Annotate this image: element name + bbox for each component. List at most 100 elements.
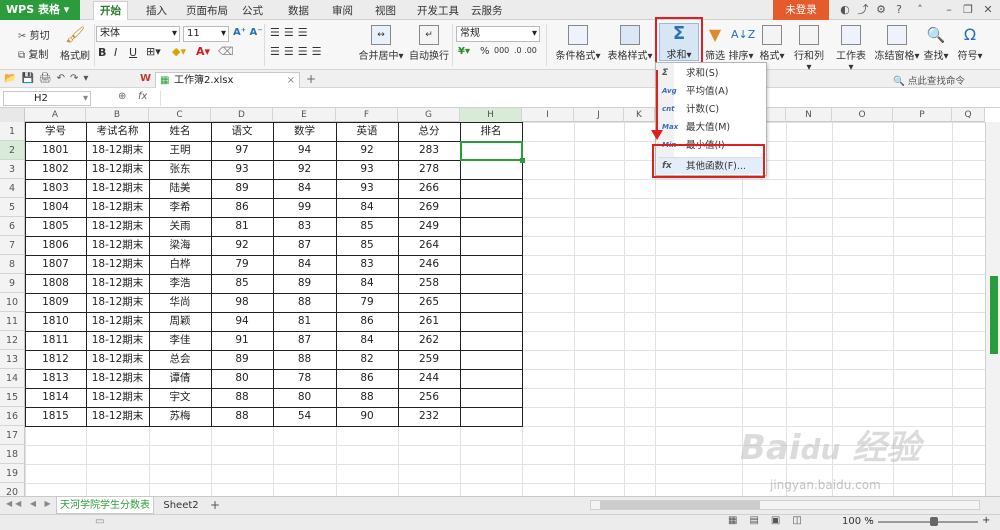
table-cell[interactable]: 86 [211,198,273,217]
table-cell[interactable]: 283 [398,141,460,160]
table-cell[interactable]: 87 [273,331,336,350]
table-cell[interactable]: 99 [273,198,336,217]
table-cell[interactable]: 1804 [25,198,86,217]
row-header-4[interactable]: 4 [0,179,25,198]
table-cell[interactable]: 1805 [25,217,86,236]
table-cell[interactable]: 88 [273,350,336,369]
fill-handle[interactable] [520,158,525,163]
table-cell[interactable]: 86 [336,369,398,388]
table-cell[interactable]: 97 [211,141,273,160]
table-cell[interactable]: 88 [211,388,273,407]
column-header-j[interactable]: J [574,108,624,122]
table-cell[interactable]: 18-12期末 [86,293,149,312]
header-cell[interactable]: 考试名称 [86,122,149,141]
table-cell[interactable]: 梁海 [149,236,211,255]
table-cell[interactable]: 81 [273,312,336,331]
count-menu-item[interactable]: cnt 计数(C) [658,101,764,118]
table-cell[interactable]: 18-12期末 [86,274,149,293]
table-cell[interactable]: 85 [336,236,398,255]
table-cell[interactable]: 总会 [149,350,211,369]
table-cell[interactable]: 54 [273,407,336,426]
table-cell[interactable]: 18-12期末 [86,179,149,198]
table-cell[interactable]: 83 [273,217,336,236]
header-cell[interactable]: 总分 [398,122,460,141]
row-header-6[interactable]: 6 [0,217,25,236]
table-cell[interactable]: 张东 [149,160,211,179]
column-header-a[interactable]: A [25,108,86,122]
header-cell[interactable]: 姓名 [149,122,211,141]
select-all-corner[interactable] [0,108,25,122]
row-header-9[interactable]: 9 [0,274,25,293]
table-cell[interactable]: 18-12期末 [86,236,149,255]
table-cell[interactable]: 91 [211,331,273,350]
header-cell[interactable]: 数学 [273,122,336,141]
column-header-n[interactable]: N [786,108,832,122]
table-cell[interactable]: 264 [398,236,460,255]
vertical-scroll-thumb[interactable] [990,276,998,354]
table-cell[interactable]: 苏梅 [149,407,211,426]
table-cell[interactable]: 李佳 [149,331,211,350]
table-cell[interactable]: 92 [211,236,273,255]
table-cell[interactable]: 93 [336,160,398,179]
table-cell[interactable]: 266 [398,179,460,198]
column-header-h[interactable]: H [460,108,522,122]
table-cell[interactable]: 94 [273,141,336,160]
table-cell[interactable]: 1806 [25,236,86,255]
row-header-15[interactable]: 15 [0,388,25,407]
row-header-2[interactable]: 2 [0,141,25,160]
row-header-16[interactable]: 16 [0,407,25,426]
add-sheet-icon[interactable]: + [210,498,220,512]
table-cell[interactable]: 1807 [25,255,86,274]
table-cell[interactable]: 18-12期末 [86,160,149,179]
table-cell[interactable]: 87 [273,236,336,255]
table-cell[interactable]: 89 [211,179,273,198]
selected-cell[interactable] [460,141,523,161]
table-cell[interactable]: 90 [336,407,398,426]
zoom-slider[interactable] [878,521,978,523]
table-cell[interactable]: 18-12期末 [86,407,149,426]
sheet-tab-2[interactable]: Sheet2 [158,497,204,514]
table-cell[interactable]: 85 [336,217,398,236]
table-cell[interactable]: 89 [211,350,273,369]
column-header-i[interactable]: I [522,108,574,122]
column-header-d[interactable]: D [211,108,273,122]
table-cell[interactable]: 246 [398,255,460,274]
table-cell[interactable]: 84 [273,179,336,198]
table-cell[interactable]: 232 [398,407,460,426]
table-cell[interactable]: 265 [398,293,460,312]
table-cell[interactable]: 18-12期末 [86,141,149,160]
average-menu-item[interactable]: Avg 平均值(A) [658,83,764,100]
table-cell[interactable]: 262 [398,331,460,350]
table-cell[interactable]: 80 [211,369,273,388]
table-cell[interactable]: 1801 [25,141,86,160]
table-cell[interactable]: 79 [211,255,273,274]
column-header-b[interactable]: B [86,108,149,122]
table-cell[interactable]: 1809 [25,293,86,312]
table-cell[interactable]: 79 [336,293,398,312]
table-cell[interactable]: 88 [211,407,273,426]
row-header-3[interactable]: 3 [0,160,25,179]
table-cell[interactable]: 256 [398,388,460,407]
table-cell[interactable]: 1812 [25,350,86,369]
table-cell[interactable]: 84 [336,331,398,350]
table-cell[interactable]: 18-12期末 [86,388,149,407]
max-menu-item[interactable]: Max 最大值(M) [658,119,764,136]
table-cell[interactable]: 88 [336,388,398,407]
row-header-11[interactable]: 11 [0,312,25,331]
table-cell[interactable]: 1813 [25,369,86,388]
table-cell[interactable]: 1811 [25,331,86,350]
header-cell[interactable]: 英语 [336,122,398,141]
table-cell[interactable]: 78 [273,369,336,388]
table-cell[interactable]: 269 [398,198,460,217]
table-cell[interactable]: 1814 [25,388,86,407]
table-cell[interactable]: 92 [273,160,336,179]
table-cell[interactable]: 18-12期末 [86,369,149,388]
table-cell[interactable]: 249 [398,217,460,236]
row-header-14[interactable]: 14 [0,369,25,388]
table-cell[interactable]: 89 [273,274,336,293]
zoom-out-icon[interactable]: – [868,515,873,526]
table-cell[interactable]: 18-12期末 [86,255,149,274]
table-cell[interactable]: 98 [211,293,273,312]
table-cell[interactable]: 259 [398,350,460,369]
table-cell[interactable]: 华尚 [149,293,211,312]
